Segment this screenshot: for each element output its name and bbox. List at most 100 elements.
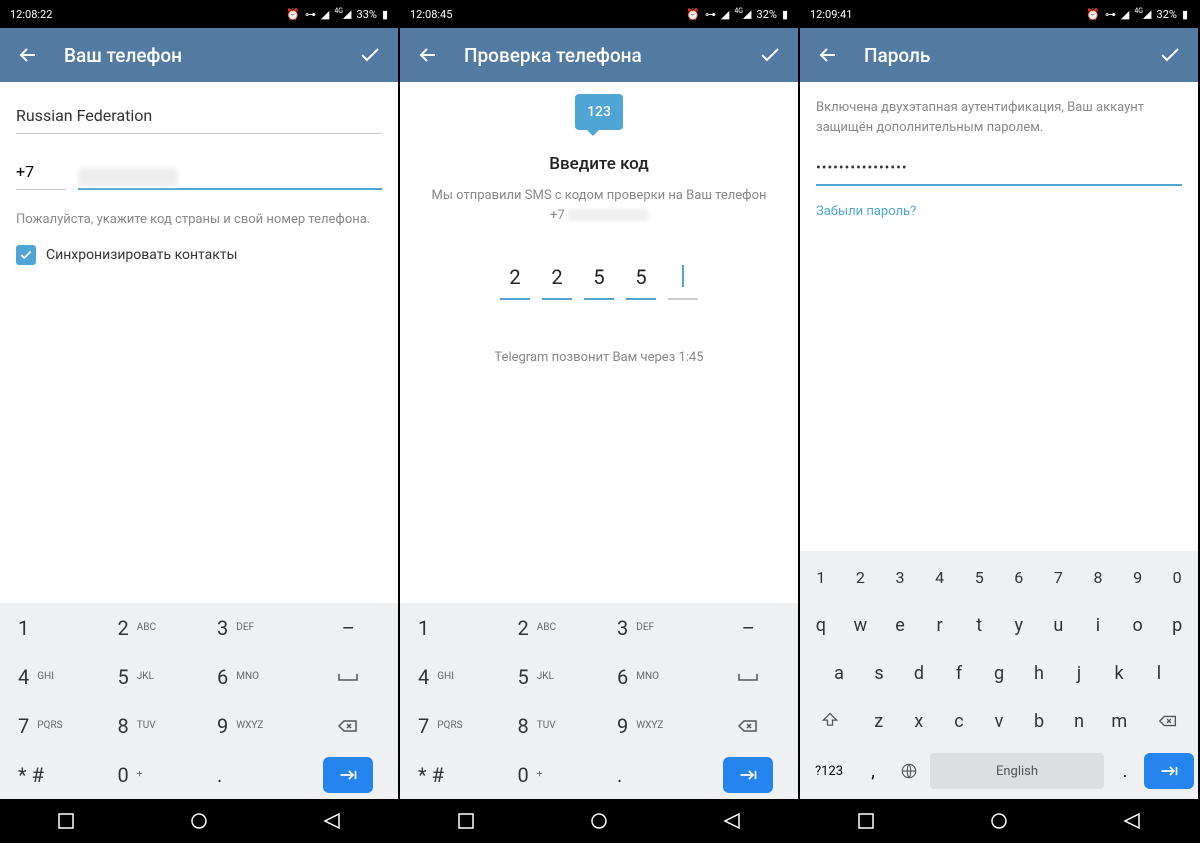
nav-back[interactable] [323,812,341,830]
key-r[interactable]: r [921,603,959,647]
password-input[interactable]: •••••••••••••••• [816,157,1182,186]
country-code-input[interactable]: +7 [16,154,66,190]
key-i[interactable]: i [1079,603,1117,647]
backspace-key[interactable] [299,701,399,750]
nav-recent[interactable] [57,812,75,830]
numpad-key-9[interactable]: 9WXYZ [599,701,699,750]
numpad-key-.[interactable]: . [599,750,699,799]
enter-key[interactable] [1144,753,1194,789]
key-f[interactable]: f [940,651,978,695]
numpad-key-5[interactable]: 5JKL [500,652,600,701]
numpad-key-3[interactable]: 3DEF [199,603,299,652]
nav-home[interactable] [190,812,208,830]
key-u[interactable]: u [1040,603,1078,647]
key-j[interactable]: j [1060,651,1098,695]
numpad-key-5[interactable]: 5JKL [100,652,200,701]
numpad-key-2[interactable]: 2ABC [500,603,600,652]
numpad-key-0[interactable]: 0+ [100,750,200,799]
numpad-key-–[interactable]: – [699,603,799,652]
numpad-key-9[interactable]: 9WXYZ [199,701,299,750]
back-button[interactable] [416,43,440,67]
forgot-password-link[interactable]: Забыли пароль? [816,204,1182,219]
country-select[interactable]: Russian Federation [16,98,382,134]
numpad-key-4[interactable]: 4GHI [0,652,100,701]
key-0[interactable]: 0 [1158,555,1196,599]
code-digit[interactable]: 5 [626,265,656,300]
key-x[interactable]: x [900,699,938,743]
key-h[interactable]: h [1020,651,1058,695]
key-z[interactable]: z [860,699,898,743]
nav-back[interactable] [723,812,741,830]
numpad-key-1[interactable]: 1 [0,603,100,652]
numpad-key-0[interactable]: 0+ [500,750,600,799]
key-6[interactable]: 6 [1000,555,1038,599]
comma-key[interactable]: , [856,749,890,793]
phone-number-input[interactable] [78,160,382,190]
enter-key[interactable] [299,750,399,799]
confirm-button[interactable] [358,43,382,67]
key-4[interactable]: 4 [921,555,959,599]
period-key[interactable]: . [1108,749,1142,793]
key-m[interactable]: m [1100,699,1138,743]
enter-key[interactable] [699,750,799,799]
key-v[interactable]: v [980,699,1018,743]
numpad-key-–[interactable]: – [299,603,399,652]
nav-back[interactable] [1123,812,1141,830]
key-p[interactable]: p [1158,603,1196,647]
language-key[interactable] [892,749,926,793]
key-s[interactable]: s [860,651,898,695]
code-digit[interactable]: 5 [584,265,614,300]
back-button[interactable] [16,43,40,67]
space-key[interactable]: English [930,753,1104,789]
nav-home[interactable] [590,812,608,830]
sync-contacts-row[interactable]: Синхронизировать контакты [16,245,382,265]
confirm-button[interactable] [1158,43,1182,67]
numpad-key-.[interactable]: . [199,750,299,799]
numpad-key-* #[interactable]: * # [0,750,100,799]
numpad-key-3[interactable]: 3DEF [599,603,699,652]
key-9[interactable]: 9 [1119,555,1157,599]
numpad-key-7[interactable]: 7PQRS [0,701,100,750]
numpad-key-8[interactable]: 8TUV [500,701,600,750]
key-8[interactable]: 8 [1079,555,1117,599]
numpad-key-2[interactable]: 2ABC [100,603,200,652]
key-2[interactable]: 2 [842,555,880,599]
key-n[interactable]: n [1060,699,1098,743]
code-digit[interactable]: 2 [542,265,572,300]
key-w[interactable]: w [842,603,880,647]
numpad-key-4[interactable]: 4GHI [400,652,500,701]
code-input-group[interactable]: 2 2 5 5 [416,265,782,300]
numpad-key-6[interactable]: 6MNO [599,652,699,701]
key-d[interactable]: d [900,651,938,695]
code-digit[interactable] [668,265,698,300]
key-k[interactable]: k [1100,651,1138,695]
numpad-key-8[interactable]: 8TUV [100,701,200,750]
key-1[interactable]: 1 [802,555,840,599]
backspace-key[interactable] [1140,699,1196,743]
symbols-key[interactable]: ?123 [804,749,854,793]
key-y[interactable]: y [1000,603,1038,647]
nav-home[interactable] [990,812,1008,830]
space-key[interactable] [299,652,399,701]
nav-recent[interactable] [457,812,475,830]
key-q[interactable]: q [802,603,840,647]
key-g[interactable]: g [980,651,1018,695]
key-b[interactable]: b [1020,699,1058,743]
nav-recent[interactable] [857,812,875,830]
key-3[interactable]: 3 [881,555,919,599]
key-e[interactable]: e [881,603,919,647]
numpad-key-7[interactable]: 7PQRS [400,701,500,750]
key-a[interactable]: a [820,651,858,695]
shift-key[interactable] [802,699,858,743]
key-c[interactable]: c [940,699,978,743]
key-7[interactable]: 7 [1040,555,1078,599]
key-5[interactable]: 5 [960,555,998,599]
numpad-key-6[interactable]: 6MNO [199,652,299,701]
key-o[interactable]: o [1119,603,1157,647]
code-digit[interactable]: 2 [500,265,530,300]
backspace-key[interactable] [699,701,799,750]
key-t[interactable]: t [960,603,998,647]
key-l[interactable]: l [1140,651,1178,695]
back-button[interactable] [816,43,840,67]
confirm-button[interactable] [758,43,782,67]
